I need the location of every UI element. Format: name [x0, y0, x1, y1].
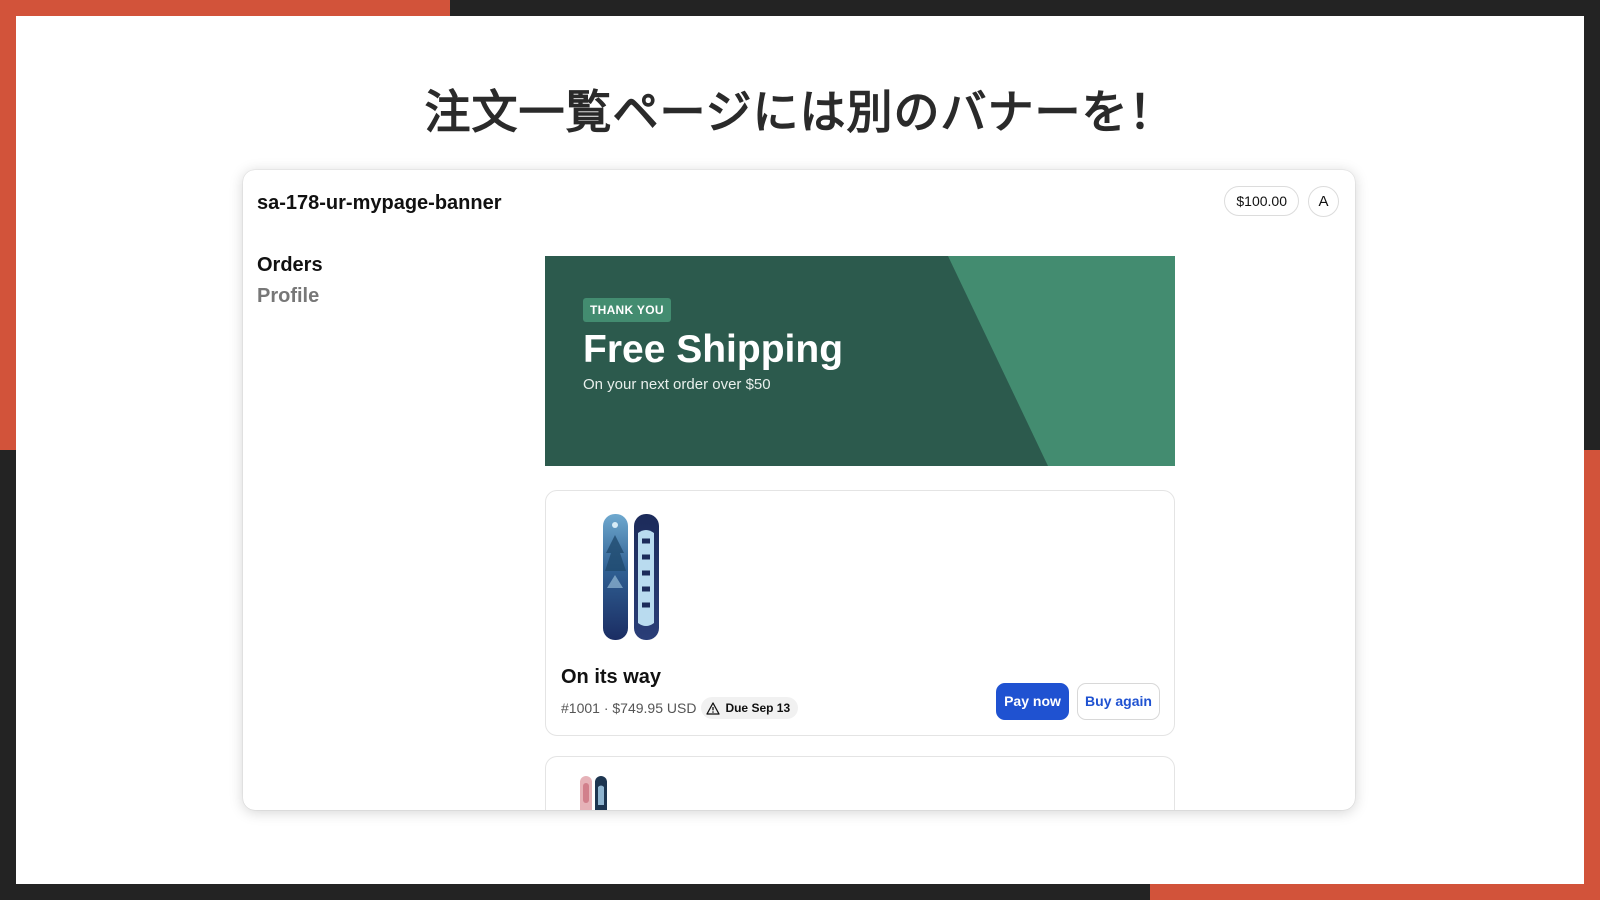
order-number-total: #1001 · $749.95 USD [561, 700, 697, 716]
order-status: On its way [561, 666, 662, 688]
promo-banner: THANK YOU Free Shipping On your next ord… [545, 256, 1175, 466]
pay-now-button[interactable]: Pay now [996, 683, 1069, 720]
sidebar-nav: Orders Profile [257, 254, 323, 316]
store-name[interactable]: sa-178-ur-mypage-banner [257, 192, 502, 215]
sidebar-item-profile[interactable]: Profile [257, 285, 323, 308]
order-meta: #1001 · $749.95 USD Due Sep 13 [561, 697, 799, 719]
due-label: Due Sep 13 [725, 701, 791, 715]
buy-again-button[interactable]: Buy again [1077, 683, 1160, 720]
sidebar-item-orders[interactable]: Orders [257, 254, 323, 277]
snowboard-image [603, 514, 659, 640]
order-card[interactable]: On its way #1001 · $749.95 USD Due Sep 1… [545, 490, 1175, 736]
app-header: sa-178-ur-mypage-banner $100.00 A [243, 170, 1355, 234]
avatar[interactable]: A [1308, 186, 1339, 217]
banner-subtitle: On your next order over $50 [583, 376, 771, 393]
store-credit-badge[interactable]: $100.00 [1224, 186, 1299, 216]
slide-title: 注文一覧ページには別のバナーを！ [424, 85, 1176, 139]
snowboard-image [580, 776, 607, 810]
banner-title: Free Shipping [583, 328, 844, 371]
app-window: sa-178-ur-mypage-banner $100.00 A Orders… [243, 170, 1355, 810]
order-card[interactable] [545, 756, 1175, 810]
banner-tag: THANK YOU [583, 298, 671, 322]
warning-icon [706, 701, 721, 715]
main-content: THANK YOU Free Shipping On your next ord… [545, 256, 1175, 810]
slide: 注文一覧ページには別のバナーを！ sa-178-ur-mypage-banner… [16, 16, 1584, 884]
due-badge: Due Sep 13 [701, 697, 799, 719]
